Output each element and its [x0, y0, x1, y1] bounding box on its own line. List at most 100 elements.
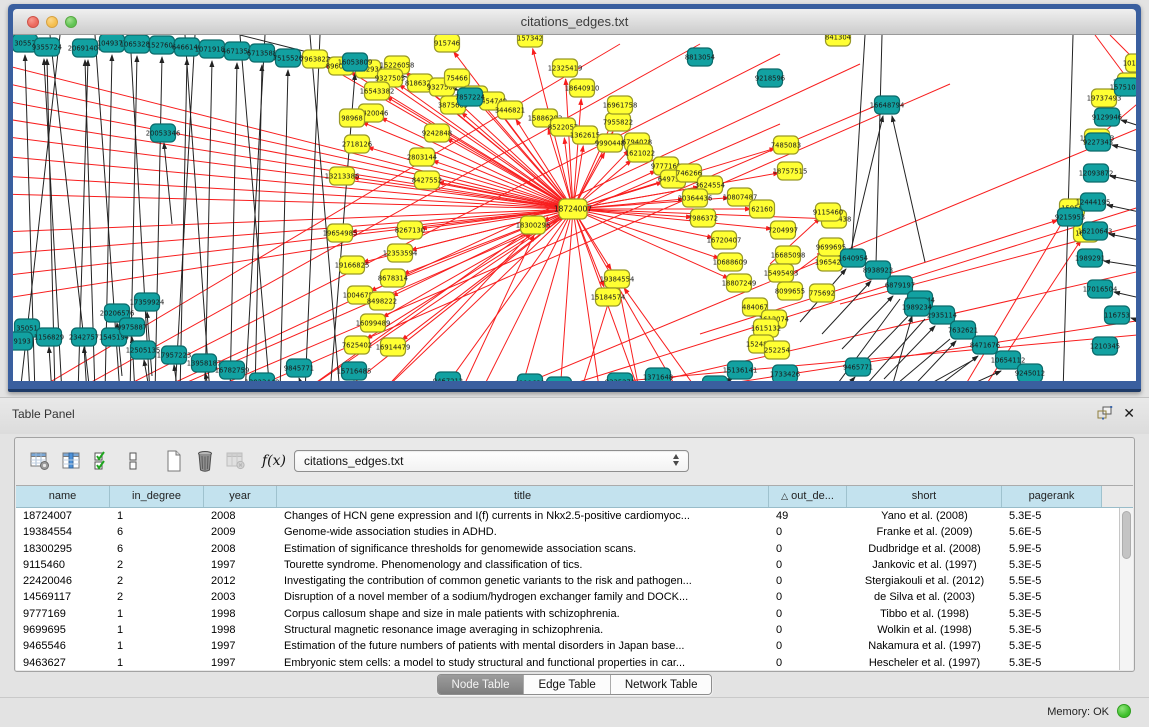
graph-node[interactable]: 8427552 [412, 171, 442, 189]
graph-node[interactable]: 8267130 [395, 221, 425, 239]
tab-node-table[interactable]: Node Table [438, 675, 524, 694]
graph-edge[interactable] [13, 209, 573, 254]
graph-edge[interactable] [230, 63, 237, 381]
graph-node[interactable]: 12325419 [548, 59, 583, 77]
graph-node[interactable]: 18640910 [565, 79, 600, 97]
graph-node[interactable]: 252254 [764, 341, 790, 359]
graph-node[interactable]: 1210345 [1090, 337, 1120, 355]
delete-columns-button[interactable] [192, 449, 218, 473]
table-row[interactable]: 977716911998Corpus callosum shape and si… [16, 606, 1119, 622]
graph-node[interactable]: 8498222 [367, 292, 397, 310]
graph-node[interactable]: 18757515 [773, 162, 808, 180]
graph-node[interactable]: 9242848 [422, 124, 452, 142]
graph-node[interactable]: 15716485 [337, 362, 372, 380]
table-mode-button[interactable] [27, 449, 53, 473]
graph-edge[interactable] [892, 116, 925, 262]
select-rows-button[interactable] [89, 449, 115, 473]
graph-node[interactable]: 7515526 [273, 49, 303, 67]
graph-edge[interactable] [155, 57, 162, 381]
graph-node[interactable]: 7955822 [603, 113, 633, 131]
graph-node[interactable]: 116753 [1104, 306, 1130, 324]
graph-edge[interactable] [13, 118, 573, 209]
table-row[interactable]: 1830029562008Estimation of significance … [16, 541, 1119, 557]
graph-node[interactable]: 2342757 [69, 328, 99, 346]
graph-node[interactable]: 7485083 [771, 136, 801, 154]
graph-node[interactable]: 16782759 [215, 361, 250, 379]
create-new-column-button[interactable] [161, 449, 187, 473]
graph-node[interactable]: 17016504 [1083, 280, 1118, 298]
graph-node[interactable]: 1615132 [751, 319, 781, 337]
network-window-frame[interactable]: citations_edges.txt 79638228960128891293… [8, 4, 1141, 392]
tab-edge-table[interactable]: Edge Table [523, 675, 609, 694]
table-scrollbar-thumb[interactable] [1122, 511, 1131, 559]
graph-node[interactable]: 2718126 [342, 135, 372, 153]
graph-node[interactable]: 10688609 [713, 253, 748, 271]
graph-node[interactable]: 9245012 [1015, 364, 1045, 381]
graph-node[interactable]: 775692 [809, 284, 835, 302]
graph-node[interactable]: 3446821 [495, 101, 525, 119]
graph-node[interactable]: 2803144 [407, 148, 437, 166]
graph-node[interactable]: 9227343 [1083, 133, 1113, 151]
graph-node[interactable]: 62160 [750, 200, 775, 218]
graph-node[interactable]: 9467212 [433, 372, 463, 381]
graph-node[interactable]: 7986372 [688, 209, 718, 227]
graph-node[interactable]: 1156829 [34, 328, 64, 346]
graph-node[interactable]: 157342 [517, 35, 543, 47]
graph-edge[interactable] [305, 35, 320, 381]
graph-node[interactable]: 8471676 [970, 336, 1000, 354]
graph-edge[interactable] [13, 209, 573, 232]
graph-node[interactable]: 7619396 [544, 377, 574, 381]
tab-network-table[interactable]: Network Table [610, 675, 712, 694]
graph-node[interactable]: 915746 [434, 35, 460, 52]
graph-node[interactable]: 8678314 [378, 269, 408, 287]
graph-node[interactable]: 15495493 [764, 264, 799, 282]
graph-node[interactable]: 1733426 [770, 365, 800, 381]
graph-node[interactable]: 12353594 [383, 244, 418, 262]
table-row[interactable]: 2242004622012Investigating the contribut… [16, 573, 1119, 589]
graph-edge[interactable] [1112, 145, 1136, 154]
graph-edge[interactable] [13, 156, 573, 209]
graph-node[interactable]: 9465771 [843, 358, 873, 376]
graph-node[interactable]: 98968 [340, 109, 365, 127]
graph-edge[interactable] [164, 143, 172, 224]
graph-node[interactable]: 18807249 [722, 274, 757, 292]
graph-node[interactable]: 7632621 [948, 321, 978, 339]
graph-node[interactable]: 7625402 [342, 336, 372, 354]
graph-node[interactable]: 12923448 [245, 373, 280, 381]
graph-edge[interactable] [950, 371, 1001, 381]
graph-node[interactable]: 16685098 [771, 246, 806, 264]
graph-node[interactable]: 1621022 [625, 144, 655, 162]
table-scrollbar[interactable] [1119, 508, 1133, 670]
graph-node[interactable]: 13213386 [325, 167, 360, 185]
graph-node[interactable]: 20053346 [146, 124, 181, 142]
table-row[interactable]: 946362711997Embryonic stem cells: a mode… [16, 655, 1119, 670]
graph-node[interactable]: 16648794 [870, 96, 905, 114]
graph-node[interactable]: 9215953 [1055, 208, 1085, 226]
table-row[interactable]: 946554611997Estimation of the future num… [16, 638, 1119, 654]
graph-node[interactable]: 9975887 [117, 318, 147, 336]
graph-node[interactable]: 19166825 [335, 256, 370, 274]
graph-node[interactable]: 1989291 [1075, 249, 1105, 267]
column-header-name[interactable]: name [16, 486, 110, 507]
graph-edge[interactable] [906, 341, 956, 381]
graph-node[interactable]: 12093872 [1079, 164, 1114, 182]
float-panel-icon[interactable] [1097, 406, 1113, 420]
graph-edge[interactable] [280, 70, 288, 381]
close-panel-icon[interactable]: ✕ [1123, 406, 1135, 420]
graph-node[interactable]: 2111631 [515, 374, 545, 381]
graph-edge[interactable] [175, 35, 195, 381]
table-row[interactable]: 1872400712008Changes of HCN gene express… [16, 508, 1119, 524]
graph-node[interactable]: 8938923 [863, 261, 893, 279]
graph-node[interactable]: 16961758 [603, 96, 638, 114]
graph-node[interactable]: 16543382 [360, 82, 395, 100]
graph-node[interactable]: 16053809 [338, 53, 373, 71]
graph-node[interactable]: 7857224 [455, 88, 485, 106]
column-header-year[interactable]: year [204, 486, 277, 507]
column-header-title[interactable]: title [277, 486, 769, 507]
function-builder-button[interactable]: f(x) [262, 453, 286, 469]
graph-node[interactable]: 8099655 [775, 282, 805, 300]
column-header-in_degree[interactable]: in_degree [110, 486, 204, 507]
graph-node[interactable]: 9129946 [1092, 108, 1122, 126]
graph-edge[interactable] [299, 378, 305, 381]
graph-node[interactable]: 15136141 [723, 361, 758, 379]
